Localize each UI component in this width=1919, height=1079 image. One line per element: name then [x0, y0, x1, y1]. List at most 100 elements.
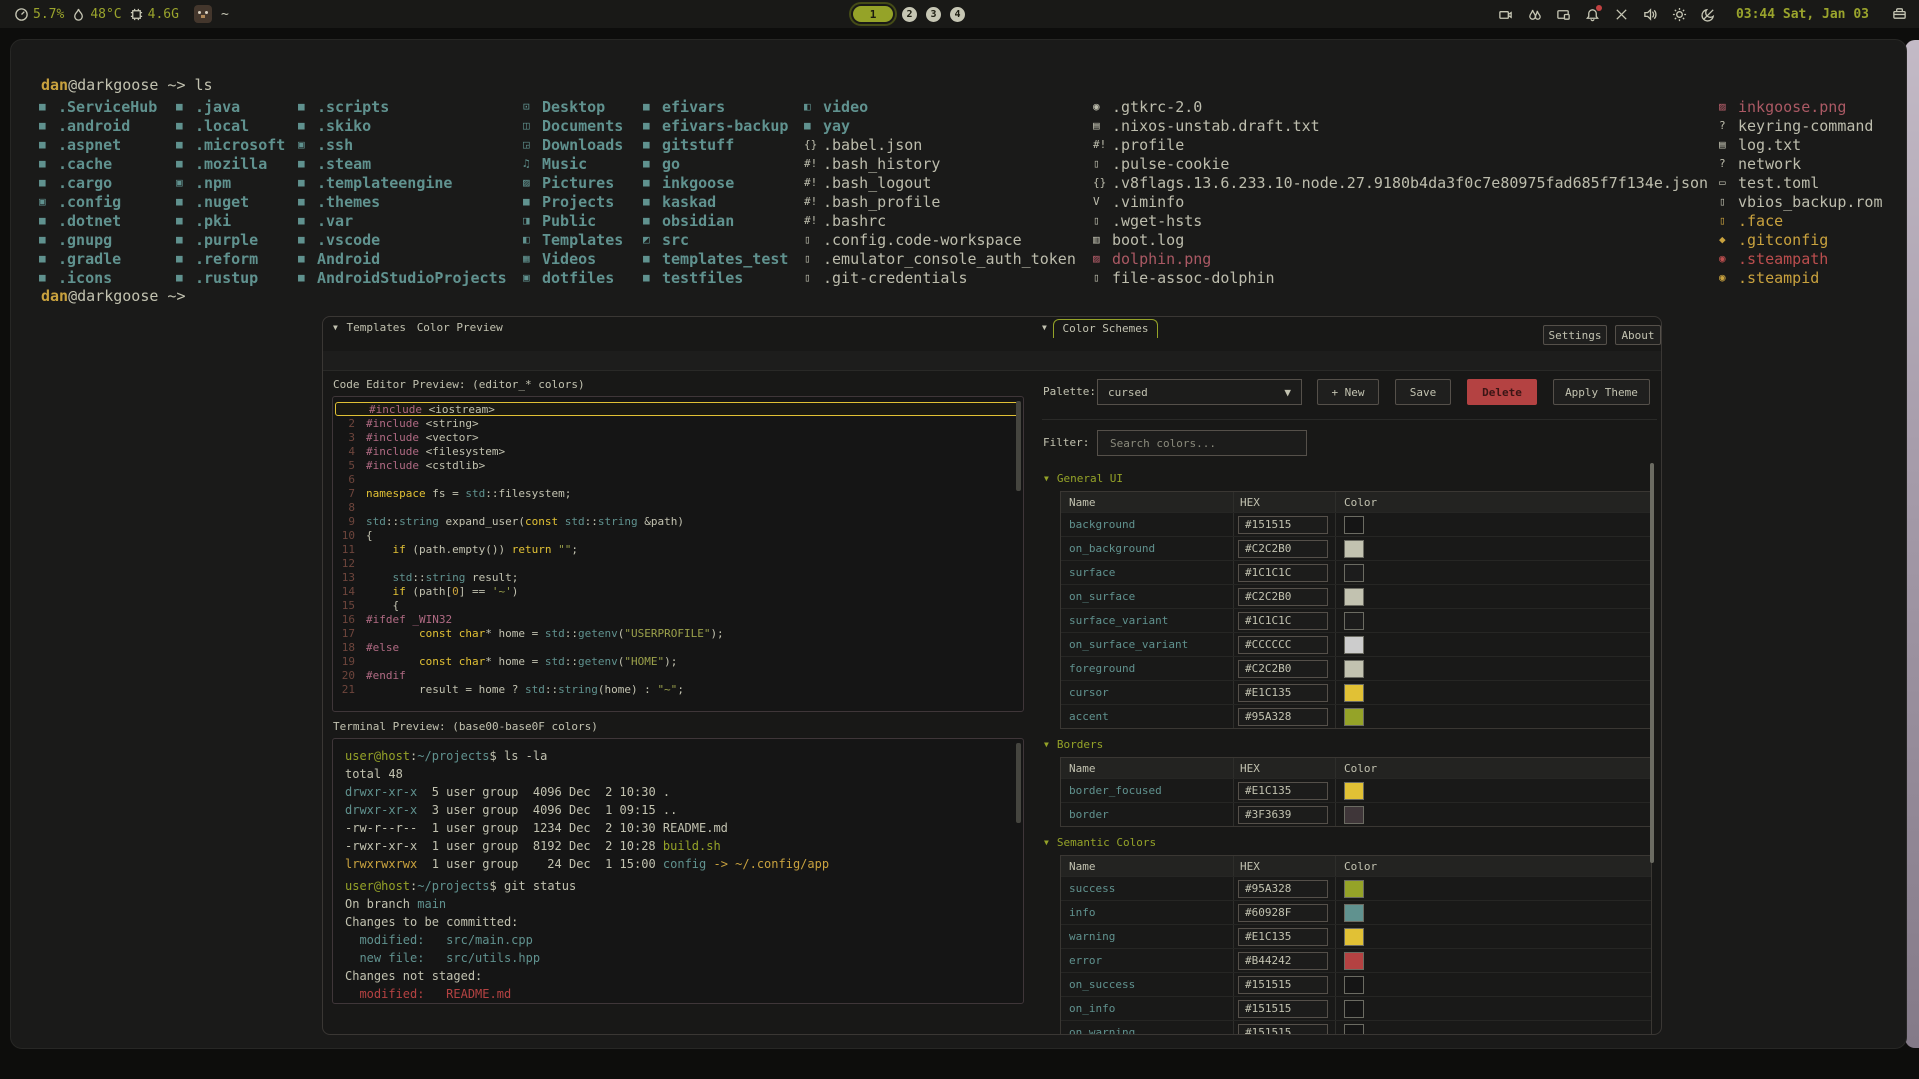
background-window-edge[interactable] [1905, 40, 1919, 1048]
sections-scrollbar[interactable] [1650, 463, 1654, 863]
palette-dropdown[interactable]: cursed ▼ [1097, 379, 1302, 405]
color-swatch[interactable] [1344, 540, 1364, 558]
editor-current-line: 1#include <iostream> [335, 402, 1021, 416]
file-item: ■.microsoft [176, 135, 285, 154]
color-hex-input[interactable]: #1C1C1C [1238, 564, 1328, 582]
color-swatch[interactable] [1344, 806, 1364, 824]
code-token: ( [618, 655, 625, 668]
color-swatch[interactable] [1344, 636, 1364, 654]
section-header[interactable]: ▼General UI [1044, 471, 1657, 485]
color-hex-input[interactable]: #151515 [1238, 1000, 1328, 1018]
system-stats: 5.7% 48°C 4.6G ~ [14, 0, 229, 28]
color-hex-cell: #E1C135 [1233, 779, 1335, 802]
color-swatch[interactable] [1344, 928, 1364, 946]
color-hex-input[interactable]: #CCCCCC [1238, 636, 1328, 654]
color-swatch[interactable] [1344, 564, 1364, 582]
goose-avatar[interactable] [194, 5, 212, 23]
color-hex-input[interactable]: #95A328 [1238, 880, 1328, 898]
editor-line: 8 [333, 500, 1023, 514]
color-swatch[interactable] [1344, 708, 1364, 726]
tab-color-schemes[interactable]: Color Schemes [1053, 319, 1157, 338]
bluetooth-off-icon[interactable] [1614, 7, 1629, 22]
code-token: :: [386, 515, 399, 528]
color-filter-input[interactable]: Search colors... [1097, 430, 1307, 456]
code-token: namespace [366, 487, 426, 500]
section-header[interactable]: ▼Semantic Colors [1044, 835, 1657, 849]
folder-icon: ■ [804, 119, 823, 132]
brightness-icon[interactable] [1672, 7, 1687, 22]
terminal-preview: user@host:~/projects$ ls -latotal 48drwx… [332, 738, 1024, 1004]
music-folder-icon: ♫ [523, 157, 542, 170]
color-swatch[interactable] [1344, 684, 1364, 702]
color-swatch[interactable] [1344, 782, 1364, 800]
about-button[interactable]: About [1615, 325, 1661, 345]
night-light-icon[interactable] [1701, 7, 1716, 22]
settings-button[interactable]: Settings [1543, 325, 1607, 345]
color-sections-list: ▼General UINameHEXColorbackground#151515… [1042, 463, 1657, 1034]
file-item: ▯.wget-hsts [1093, 211, 1708, 230]
file-item: {}.v8flags.13.6.233.10-node.27.9180b4da3… [1093, 173, 1708, 192]
save-palette-button[interactable]: Save [1395, 379, 1451, 405]
color-hex-input[interactable]: #151515 [1238, 976, 1328, 994]
color-hex-cell: #151515 [1233, 997, 1335, 1020]
file-item: ■.templateengine [298, 173, 507, 192]
color-table-row: error#B44242 [1061, 948, 1651, 972]
workspace-3[interactable]: 3 [926, 7, 941, 22]
color-swatch[interactable] [1344, 880, 1364, 898]
collapse-caret-icon[interactable]: ▼ [1042, 323, 1047, 332]
color-hex-input[interactable]: #C2C2B0 [1238, 540, 1328, 558]
color-swatch[interactable] [1344, 612, 1364, 630]
editor-scrollbar[interactable] [1016, 401, 1021, 491]
color-hex-input[interactable]: #E1C135 [1238, 782, 1328, 800]
code-token: fs = [426, 487, 466, 500]
color-hex-input[interactable]: #E1C135 [1238, 928, 1328, 946]
file-item: ■inkgoose [643, 173, 788, 192]
terminal-token: Changes to be committed: [345, 915, 518, 929]
code-token: std [393, 571, 413, 584]
flame-overlay-icon[interactable] [1527, 7, 1542, 22]
collapse-caret-icon[interactable]: ▼ [333, 323, 338, 332]
section-header[interactable]: ▼Borders [1044, 737, 1657, 751]
color-hex-input[interactable]: #60928F [1238, 904, 1328, 922]
workspace-2[interactable]: 2 [902, 7, 917, 22]
color-hex-input[interactable]: #B44242 [1238, 952, 1328, 970]
volume-icon[interactable] [1643, 7, 1658, 22]
workspace-4[interactable]: 4 [950, 7, 965, 22]
toolbox-icon[interactable] [1892, 6, 1907, 21]
terminal-preview-scrollbar[interactable] [1016, 743, 1021, 823]
color-swatch[interactable] [1344, 904, 1364, 922]
color-hex-input[interactable]: #E1C135 [1238, 684, 1328, 702]
color-swatch[interactable] [1344, 952, 1364, 970]
notification-bell-icon[interactable] [1585, 7, 1600, 22]
color-swatch[interactable] [1344, 976, 1364, 994]
color-hex-input[interactable]: #151515 [1238, 1024, 1328, 1035]
filter-label: Filter: [1043, 436, 1089, 449]
color-table-row: on_success#151515 [1061, 972, 1651, 996]
color-hex-input[interactable]: #1C1C1C [1238, 612, 1328, 630]
apply-theme-button[interactable]: Apply Theme [1553, 379, 1650, 405]
color-hex-input[interactable]: #3F3639 [1238, 806, 1328, 824]
color-swatch[interactable] [1344, 516, 1364, 534]
color-swatch[interactable] [1344, 1000, 1364, 1018]
json-icon: {} [804, 138, 823, 151]
tab-templates[interactable]: Templates [344, 321, 408, 334]
new-palette-button[interactable]: + New [1317, 379, 1379, 405]
folder-icon: ■ [176, 119, 195, 132]
color-hex-cell: #151515 [1233, 973, 1335, 996]
color-hex-input[interactable]: #C2C2B0 [1238, 660, 1328, 678]
terminal-token: config [663, 857, 706, 871]
color-hex-input[interactable]: #95A328 [1238, 708, 1328, 726]
screencast-icon[interactable] [1498, 7, 1513, 22]
color-swatch[interactable] [1344, 660, 1364, 678]
color-hex-input[interactable]: #C2C2B0 [1238, 588, 1328, 606]
workspace-1-active[interactable]: 1 [853, 6, 893, 22]
clock[interactable]: 03:44 Sat, Jan 03 [1736, 7, 1869, 22]
color-swatch[interactable] [1344, 1024, 1364, 1035]
delete-palette-button[interactable]: Delete [1467, 379, 1537, 405]
color-hex-cell: #C2C2B0 [1233, 585, 1335, 608]
tab-color-preview[interactable]: Color Preview [415, 321, 505, 334]
terminal-preview-line: Changes to be committed: [333, 913, 1023, 931]
color-hex-input[interactable]: #151515 [1238, 516, 1328, 534]
color-swatch[interactable] [1344, 588, 1364, 606]
screen-lock-icon[interactable] [1556, 7, 1571, 22]
